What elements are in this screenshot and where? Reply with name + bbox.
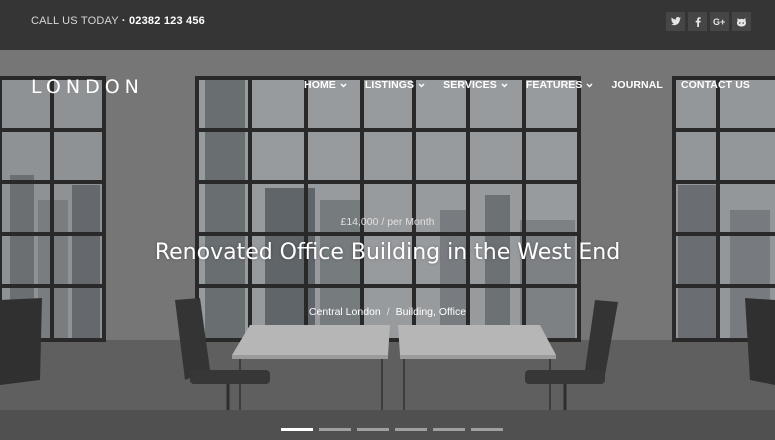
listing-title[interactable]: Renovated Office Building in the West En… xyxy=(150,240,625,266)
svg-text:G+: G+ xyxy=(713,17,725,26)
nav-label: HOME xyxy=(304,79,336,91)
chevron-down-icon xyxy=(340,83,347,87)
google-plus-link[interactable]: G+ xyxy=(710,12,729,31)
nav-item-journal[interactable]: JOURNAL xyxy=(611,79,662,91)
listing-price: £14,000 / per Month xyxy=(340,216,435,228)
facebook-link[interactable] xyxy=(688,12,707,31)
chevron-down-icon xyxy=(586,83,593,87)
phone-number[interactable]: · 02382 123 456 xyxy=(122,15,205,27)
hero-slider: LONDON HOME LISTINGS SERVICES FEATURES J… xyxy=(0,50,775,440)
nav-item-features[interactable]: FEATURES xyxy=(526,79,594,91)
slider-dot[interactable] xyxy=(281,428,313,431)
nav-item-home[interactable]: HOME xyxy=(304,79,347,91)
social-links: G+ xyxy=(666,12,751,31)
main-navigation: HOME LISTINGS SERVICES FEATURES JOURNAL … xyxy=(286,79,750,91)
facebook-icon xyxy=(695,16,701,27)
nav-item-listings[interactable]: LISTINGS xyxy=(365,79,425,91)
nav-label: JOURNAL xyxy=(611,79,663,91)
listing-meta: Central London / Building, Office xyxy=(150,306,625,318)
call-label: CALL US TODAY xyxy=(31,15,119,27)
chevron-down-icon xyxy=(501,83,508,87)
slider-dot[interactable] xyxy=(471,428,503,431)
nav-item-services[interactable]: SERVICES xyxy=(443,79,508,91)
nav-label: SERVICES xyxy=(443,79,497,91)
nav-item-contact-us[interactable]: CONTACT US xyxy=(681,79,750,91)
slider-dot[interactable] xyxy=(395,428,427,431)
chevron-down-icon xyxy=(418,83,425,87)
listing-categories[interactable]: Building, Office xyxy=(396,306,466,318)
github-icon xyxy=(737,17,746,26)
nav-label: LISTINGS xyxy=(364,79,415,91)
twitter-icon xyxy=(670,17,681,26)
nav-label: FEATURES xyxy=(525,79,583,91)
nav-label: CONTACT US xyxy=(680,79,750,91)
slider-dot[interactable] xyxy=(357,428,389,431)
call-us-text: CALL US TODAY · 02382 123 456 xyxy=(31,15,205,27)
twitter-link[interactable] xyxy=(666,12,685,31)
slider-dot[interactable] xyxy=(433,428,465,431)
top-bar: CALL US TODAY · 02382 123 456 G+ xyxy=(0,0,775,50)
site-logo[interactable]: LONDON xyxy=(31,76,144,98)
meta-separator: / xyxy=(386,306,390,318)
slider-pagination xyxy=(281,428,503,431)
slider-dot[interactable] xyxy=(319,428,351,431)
google-plus-icon: G+ xyxy=(713,17,725,26)
listing-location[interactable]: Central London xyxy=(309,306,381,318)
github-link[interactable] xyxy=(732,12,751,31)
